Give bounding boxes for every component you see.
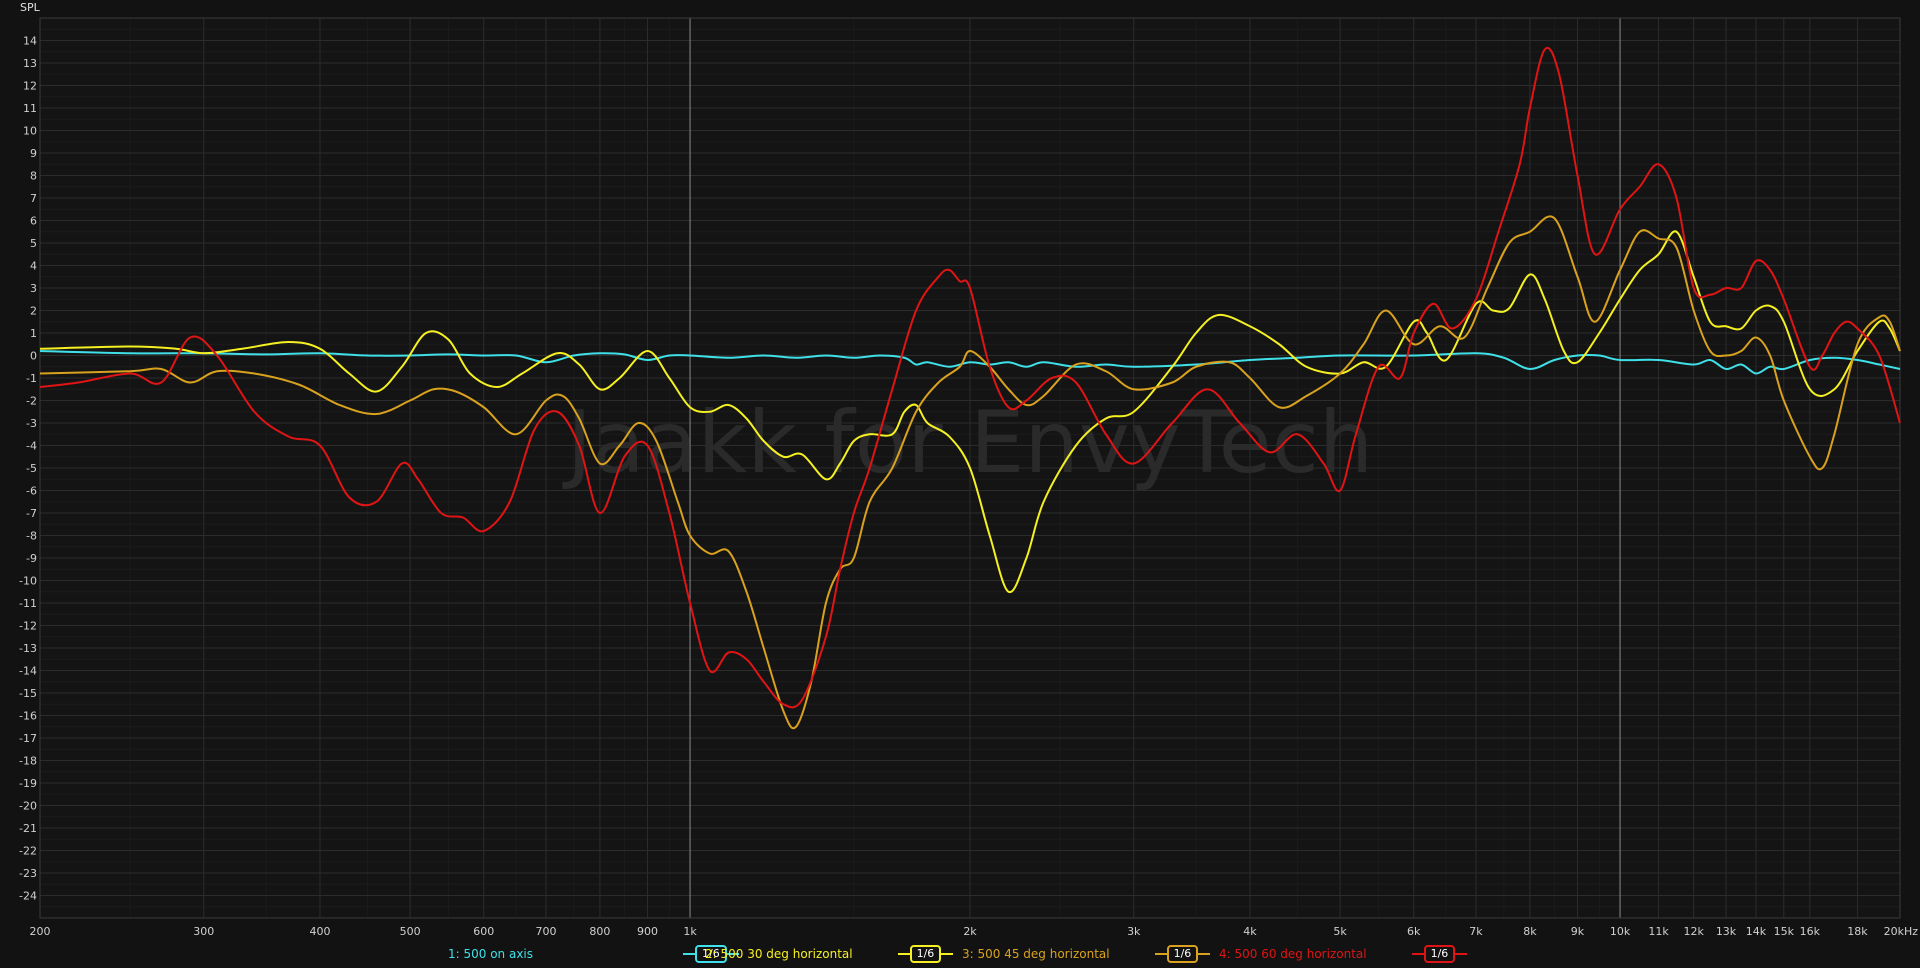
y-tick-label: -21: [19, 822, 37, 835]
frequency-response-chart: Jaakk for EnvyTech 14131211109876543210-…: [0, 0, 1920, 968]
x-tick-label: 2k: [963, 925, 977, 938]
y-tick-label: 5: [30, 237, 37, 250]
x-tick-label: 10k: [1610, 925, 1631, 938]
legend-line-swatch: [941, 953, 954, 955]
y-tick-label: 4: [30, 260, 37, 273]
x-tick-label: 11k: [1648, 925, 1669, 938]
x-tick-label: 9k: [1571, 925, 1585, 938]
legend: 1: 500 on axis 1/6 2: 500 30 deg horizonta…: [0, 940, 1920, 968]
legend-line-swatch: [1198, 953, 1211, 955]
y-tick-label: -12: [19, 620, 37, 633]
y-tick-label: -7: [26, 507, 37, 520]
x-tick-label: 16k: [1800, 925, 1821, 938]
y-tick-label: 0: [30, 350, 37, 363]
smoothing-button[interactable]: 1/6: [1411, 945, 1468, 963]
x-tick-label: 5k: [1333, 925, 1347, 938]
x-tick-label: 14k: [1746, 925, 1767, 938]
legend-line-swatch: [683, 953, 696, 955]
smoothing-button[interactable]: 1/6: [1154, 945, 1211, 963]
y-tick-label: 8: [30, 170, 37, 183]
y-tick-label: -3: [26, 417, 37, 430]
y-tick-label: 1: [30, 327, 37, 340]
legend-label: 1: 500 on axis: [448, 947, 534, 961]
legend-label: 2: 500 30 deg horizontal: [705, 947, 853, 961]
x-tick-label: 200: [30, 925, 51, 938]
x-tick-label: 20kHz: [1884, 925, 1919, 938]
y-tick-label: -13: [19, 642, 37, 655]
x-tick-label: 3k: [1127, 925, 1141, 938]
x-tick-label: 6k: [1407, 925, 1421, 938]
x-tick-label: 900: [637, 925, 658, 938]
y-tick-label: 3: [30, 282, 37, 295]
y-tick-label: -22: [19, 845, 37, 858]
legend-item-1[interactable]: 1: 500 on axis 1/6: [448, 944, 739, 964]
legend-item-4[interactable]: 4: 500 60 deg horizontal 1/6: [1219, 944, 1468, 964]
y-tick-label: -15: [19, 687, 37, 700]
y-tick-label: -1: [26, 372, 37, 385]
x-tick-label: 300: [193, 925, 214, 938]
x-tick-label: 18k: [1847, 925, 1868, 938]
x-tick-label: 15k: [1774, 925, 1795, 938]
legend-label: 4: 500 60 deg horizontal: [1219, 947, 1367, 961]
y-tick-label: -16: [19, 710, 37, 723]
y-tick-label: -9: [26, 552, 37, 565]
smoothing-button[interactable]: 1/6: [897, 945, 954, 963]
y-tick-label: -11: [19, 597, 37, 610]
y-axis-label: SPL: [20, 1, 41, 14]
legend-label: 3: 500 45 deg horizontal: [962, 947, 1110, 961]
watermark-text: Jaakk for EnvyTech: [562, 393, 1374, 493]
legend-line-swatch: [1455, 953, 1468, 955]
x-tick-label: 8k: [1523, 925, 1537, 938]
legend-line-swatch: [897, 953, 910, 955]
y-tick-label: 13: [23, 57, 37, 70]
y-tick-label: -20: [19, 800, 37, 813]
y-tick-label: -24: [19, 890, 37, 903]
legend-item-3[interactable]: 3: 500 45 deg horizontal 1/6: [962, 944, 1211, 964]
x-tick-label: 400: [309, 925, 330, 938]
y-tick-label: -8: [26, 530, 37, 543]
y-tick-label: 11: [23, 102, 37, 115]
smoothing-value: 1/6: [1166, 945, 1199, 963]
x-tick-label: 7k: [1469, 925, 1483, 938]
y-tick-label: -4: [26, 440, 37, 453]
legend-item-2[interactable]: 2: 500 30 deg horizontal 1/6: [705, 944, 954, 964]
y-tick-label: -5: [26, 462, 37, 475]
y-tick-label: 2: [30, 305, 37, 318]
y-tick-label: -10: [19, 575, 37, 588]
y-tick-label: -2: [26, 395, 37, 408]
x-tick-label: 700: [535, 925, 556, 938]
y-tick-label: -14: [19, 665, 37, 678]
x-tick-label: 1k: [683, 925, 697, 938]
y-tick-label: 12: [23, 80, 37, 93]
legend-line-swatch: [1411, 953, 1424, 955]
y-tick-label: -23: [19, 867, 37, 880]
x-tick-label: 600: [473, 925, 494, 938]
x-tick-label: 12k: [1683, 925, 1704, 938]
y-tick-label: 9: [30, 147, 37, 160]
y-tick-label: 14: [23, 35, 37, 48]
y-tick-label: 10: [23, 125, 37, 138]
y-tick-label: 7: [30, 192, 37, 205]
y-tick-label: 6: [30, 215, 37, 228]
y-tick-label: -17: [19, 732, 37, 745]
y-tick-label: -6: [26, 485, 37, 498]
x-tick-label: 500: [400, 925, 421, 938]
x-tick-label: 800: [589, 925, 610, 938]
x-tick-label: 13k: [1716, 925, 1737, 938]
smoothing-value: 1/6: [909, 945, 942, 963]
x-tick-label: 4k: [1243, 925, 1257, 938]
legend-line-swatch: [1154, 953, 1167, 955]
y-tick-label: -19: [19, 777, 37, 790]
y-tick-label: -18: [19, 755, 37, 768]
smoothing-value: 1/6: [1423, 945, 1456, 963]
